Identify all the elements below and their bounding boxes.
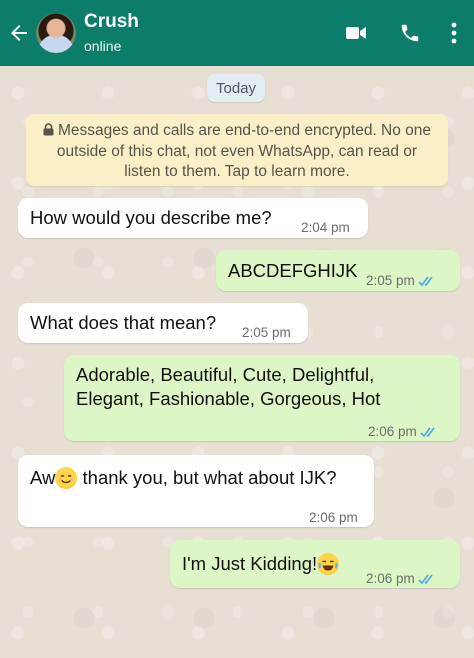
message-bubble-incoming[interactable]: Aw thank you, but what about IJK? 2:06 p… [18,455,374,527]
smiling-face-emoji-icon [55,467,78,489]
chat-header: Crush online [0,0,474,66]
read-receipt-icon [420,422,438,446]
message-time: 2:05 pm [242,325,291,340]
message-time: 2:04 pm [301,220,350,235]
message-text: ABCDEFGHIJK [228,260,358,281]
voice-call-icon[interactable] [390,13,430,53]
encryption-notice-text: Messages and calls are end-to-end encryp… [56,122,432,180]
message-time: 2:06 pm [366,571,415,586]
message-time: 2:06 pm [309,510,358,525]
read-receipt-icon [418,569,436,593]
message-text: Aw thank you, but what about IJK? [30,466,337,490]
date-divider: Today [207,74,265,102]
contact-status: online [84,37,122,54]
message-text-before-emoji: I'm Just Kidding! [182,553,318,574]
encryption-notice[interactable]: Messages and calls are end-to-end encryp… [26,114,448,186]
message-bubble-outgoing[interactable]: I'm Just Kidding! 2:06 pm [170,540,460,588]
video-call-icon[interactable] [336,13,376,53]
message-text-line-2: Elegant, Fashionable, Gorgeous, Hot [76,388,381,409]
message-text: I'm Just Kidding! [182,552,340,576]
message-text-after-emoji: thank you, but what about IJK? [77,467,337,488]
message-meta: 2:06 pm [368,420,438,446]
message-bubble-incoming[interactable]: How would you describe me? 2:04 pm [18,198,368,238]
message-time: 2:06 pm [368,424,417,439]
message-text: What does that mean? [30,312,217,333]
laughing-tears-emoji-icon [317,553,340,575]
message-text-line-1: Adorable, Beautiful, Cute, Delightful, [76,364,375,385]
read-receipt-icon [418,271,436,295]
more-options-icon[interactable] [440,13,468,53]
message-text: How would you describe me? [30,207,272,228]
lock-icon [43,122,54,142]
message-bubble-outgoing[interactable]: Adorable, Beautiful, Cute, Delightful, E… [64,355,460,441]
back-arrow-icon[interactable] [2,0,36,66]
message-meta: 2:06 pm [366,567,436,593]
contact-info[interactable]: Crush online [84,11,139,56]
message-time: 2:05 pm [366,273,415,288]
message-bubble-outgoing[interactable]: ABCDEFGHIJK 2:05 pm [216,250,460,291]
contact-name: Crush [84,10,139,32]
contact-avatar[interactable] [36,13,76,53]
message-bubble-incoming[interactable]: What does that mean? 2:05 pm [18,303,308,343]
message-text-before-emoji: Aw [30,467,56,488]
message-meta: 2:05 pm [366,269,436,295]
